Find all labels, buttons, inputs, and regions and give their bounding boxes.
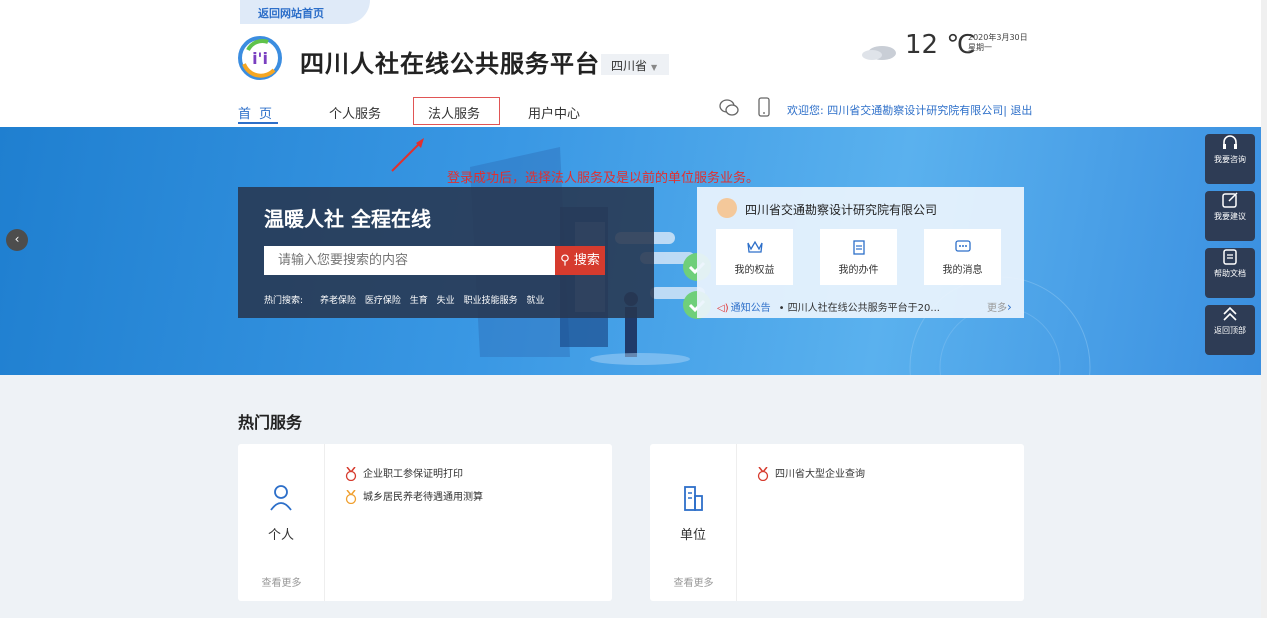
nav-personal-services[interactable]: 个人服务 [329,103,381,122]
annotation-arrow [391,138,424,172]
clipboard-icon [852,240,865,255]
hot-link[interactable]: 职业技能服务 [464,296,518,306]
notice-item[interactable]: • 四川人社在线公共服务平台于20... [779,303,940,314]
date-display: 2020年3月30日 星期一 [968,33,1028,53]
double-chevron-up-icon [1223,306,1237,321]
hot-link[interactable]: 医疗保险 [365,296,401,306]
crown-icon [746,240,763,253]
category-label: 个人 [267,528,294,543]
service-item[interactable]: 企业职工参保证明打印 [345,465,463,481]
site-logo-icon[interactable]: i'i [238,36,282,80]
user-info-panel: 四川省交通勘察设计研究院有限公司 我的权益 我的办件 我的消息 ◁) 通知公告 • … [697,187,1024,318]
page-scrollbar[interactable] [1261,0,1267,618]
banner-slogan: 温暖人社 全程在线 [264,207,431,231]
service-item-label: 城乡居民养老待遇通用测算 [363,492,483,503]
logout-link[interactable]: 退出 [1010,104,1032,117]
consult-button[interactable]: 我要咨询 [1205,134,1255,184]
medal-1-icon [757,467,769,481]
my-rights-button[interactable]: 我的权益 [716,229,793,285]
service-item[interactable]: 城乡居民养老待遇通用测算 [345,488,483,504]
view-more-link[interactable]: 查看更多 [238,574,325,589]
suggestion-button[interactable]: 我要建议 [1205,191,1255,241]
quick-link-label: 我的权益 [734,265,775,276]
cloud-icon [862,46,896,60]
right-float-toolbar: 我要咨询 我要建议 帮助文档 返回顶部 [1205,127,1255,358]
temperature: 12 ℃ [905,30,976,60]
category-label: 单位 [679,528,706,543]
float-label: 我要建议 [1214,212,1246,221]
nav-home[interactable]: 首页 [238,103,280,122]
weekday-text: 星期一 [968,43,992,52]
hot-search-links: 养老保险 医疗保险 生育 失业 职业技能服务 就业 [320,293,550,306]
help-docs-button[interactable]: 帮助文档 [1205,248,1255,298]
chevron-right-icon: › [1007,300,1012,314]
wechat-icon[interactable] [719,99,739,117]
welcome-text: 欢迎您: 四川省交通勘察设计研究院有限公司| [787,104,1007,117]
quick-link-label: 我的消息 [942,265,983,276]
hot-services-title: 热门服务 [238,413,303,432]
hot-link[interactable]: 失业 [437,296,455,306]
person-icon [270,485,292,511]
notice-row: ◁) 通知公告 • 四川人社在线公共服务平台于20... [717,299,940,314]
my-cases-button[interactable]: 我的办件 [820,229,897,285]
personal-category[interactable]: 个人 查看更多 [238,444,325,601]
search-panel: 温暖人社 全程在线 ⚲ 搜索 热门搜索: 养老保险 医疗保险 生育 失业 职业技… [238,187,654,318]
region-select-value: 四川省 [611,59,648,73]
caret-down-icon: ▼ [651,63,658,72]
hot-link[interactable]: 就业 [526,296,544,306]
float-label: 帮助文档 [1214,269,1246,278]
carousel-prev-button[interactable]: ‹ [6,229,28,251]
annotation-text: 登录成功后，选择法人服务及是以前的单位服务业务。 [447,171,760,186]
building-icon [684,486,703,511]
date-text: 2020年3月30日 [968,33,1028,42]
nav-active-indicator [238,122,278,124]
corporate-category[interactable]: 单位 查看更多 [650,444,737,601]
hot-link[interactable]: 养老保险 [320,296,356,306]
welcome-message: 欢迎您: 四川省交通勘察设计研究院有限公司| 退出 [787,102,1032,118]
edit-icon [1222,192,1238,208]
mobile-phone-icon[interactable] [758,97,770,117]
medal-1-icon [345,467,357,481]
corporate-services-card: 单位 查看更多 四川省大型企业查询 [650,444,1024,601]
service-item-label: 四川省大型企业查询 [775,469,865,480]
company-name: 四川省交通勘察设计研究院有限公司 [745,203,938,217]
service-item-label: 企业职工参保证明打印 [363,469,463,480]
document-icon [1223,249,1237,265]
avatar [717,198,737,218]
float-label: 返回顶部 [1214,326,1246,335]
view-more-link[interactable]: 查看更多 [650,574,737,589]
back-to-top-button[interactable]: 返回顶部 [1205,305,1255,355]
personal-services-card: 个人 查看更多 企业职工参保证明打印 城乡居民养老待遇通用测算 [238,444,612,601]
float-label: 我要咨询 [1214,155,1246,164]
service-item[interactable]: 四川省大型企业查询 [757,465,865,481]
message-icon [954,240,971,252]
nav-corporate-services[interactable]: 法人服务 [428,103,480,122]
region-select[interactable]: 四川省 ▼ [601,54,669,75]
notice-label[interactable]: 通知公告 [731,303,771,314]
svg-text:i'i: i'i [252,49,268,68]
search-button-label: 搜索 [573,253,600,268]
notice-more-link[interactable]: 更多› [987,299,1012,314]
headset-icon [1223,135,1237,149]
hero-banner: 登录成功后，选择法人服务及是以前的单位服务业务。 ‹ 温暖人社 全程在线 ⚲ 搜… [0,127,1261,375]
more-label: 更多 [987,303,1007,314]
nav-user-center[interactable]: 用户中心 [528,103,580,122]
hot-link[interactable]: 生育 [410,296,428,306]
search-input[interactable] [264,246,555,275]
back-to-home-link[interactable]: 返回网站首页 [240,0,370,24]
quick-link-label: 我的办件 [838,265,879,276]
my-messages-button[interactable]: 我的消息 [924,229,1001,285]
megaphone-icon: ◁) [717,303,729,314]
site-header: 返回网站首页 i'i 四川人社在线公共服务平台 四川省 ▼ 12 ℃ 2020年3… [0,0,1267,127]
medal-2-icon [345,490,357,504]
search-icon: ⚲ [560,253,570,268]
site-title: 四川人社在线公共服务平台 [300,50,600,78]
search-button[interactable]: ⚲ 搜索 [555,246,605,275]
hot-search-label: 热门搜索: [264,296,304,306]
